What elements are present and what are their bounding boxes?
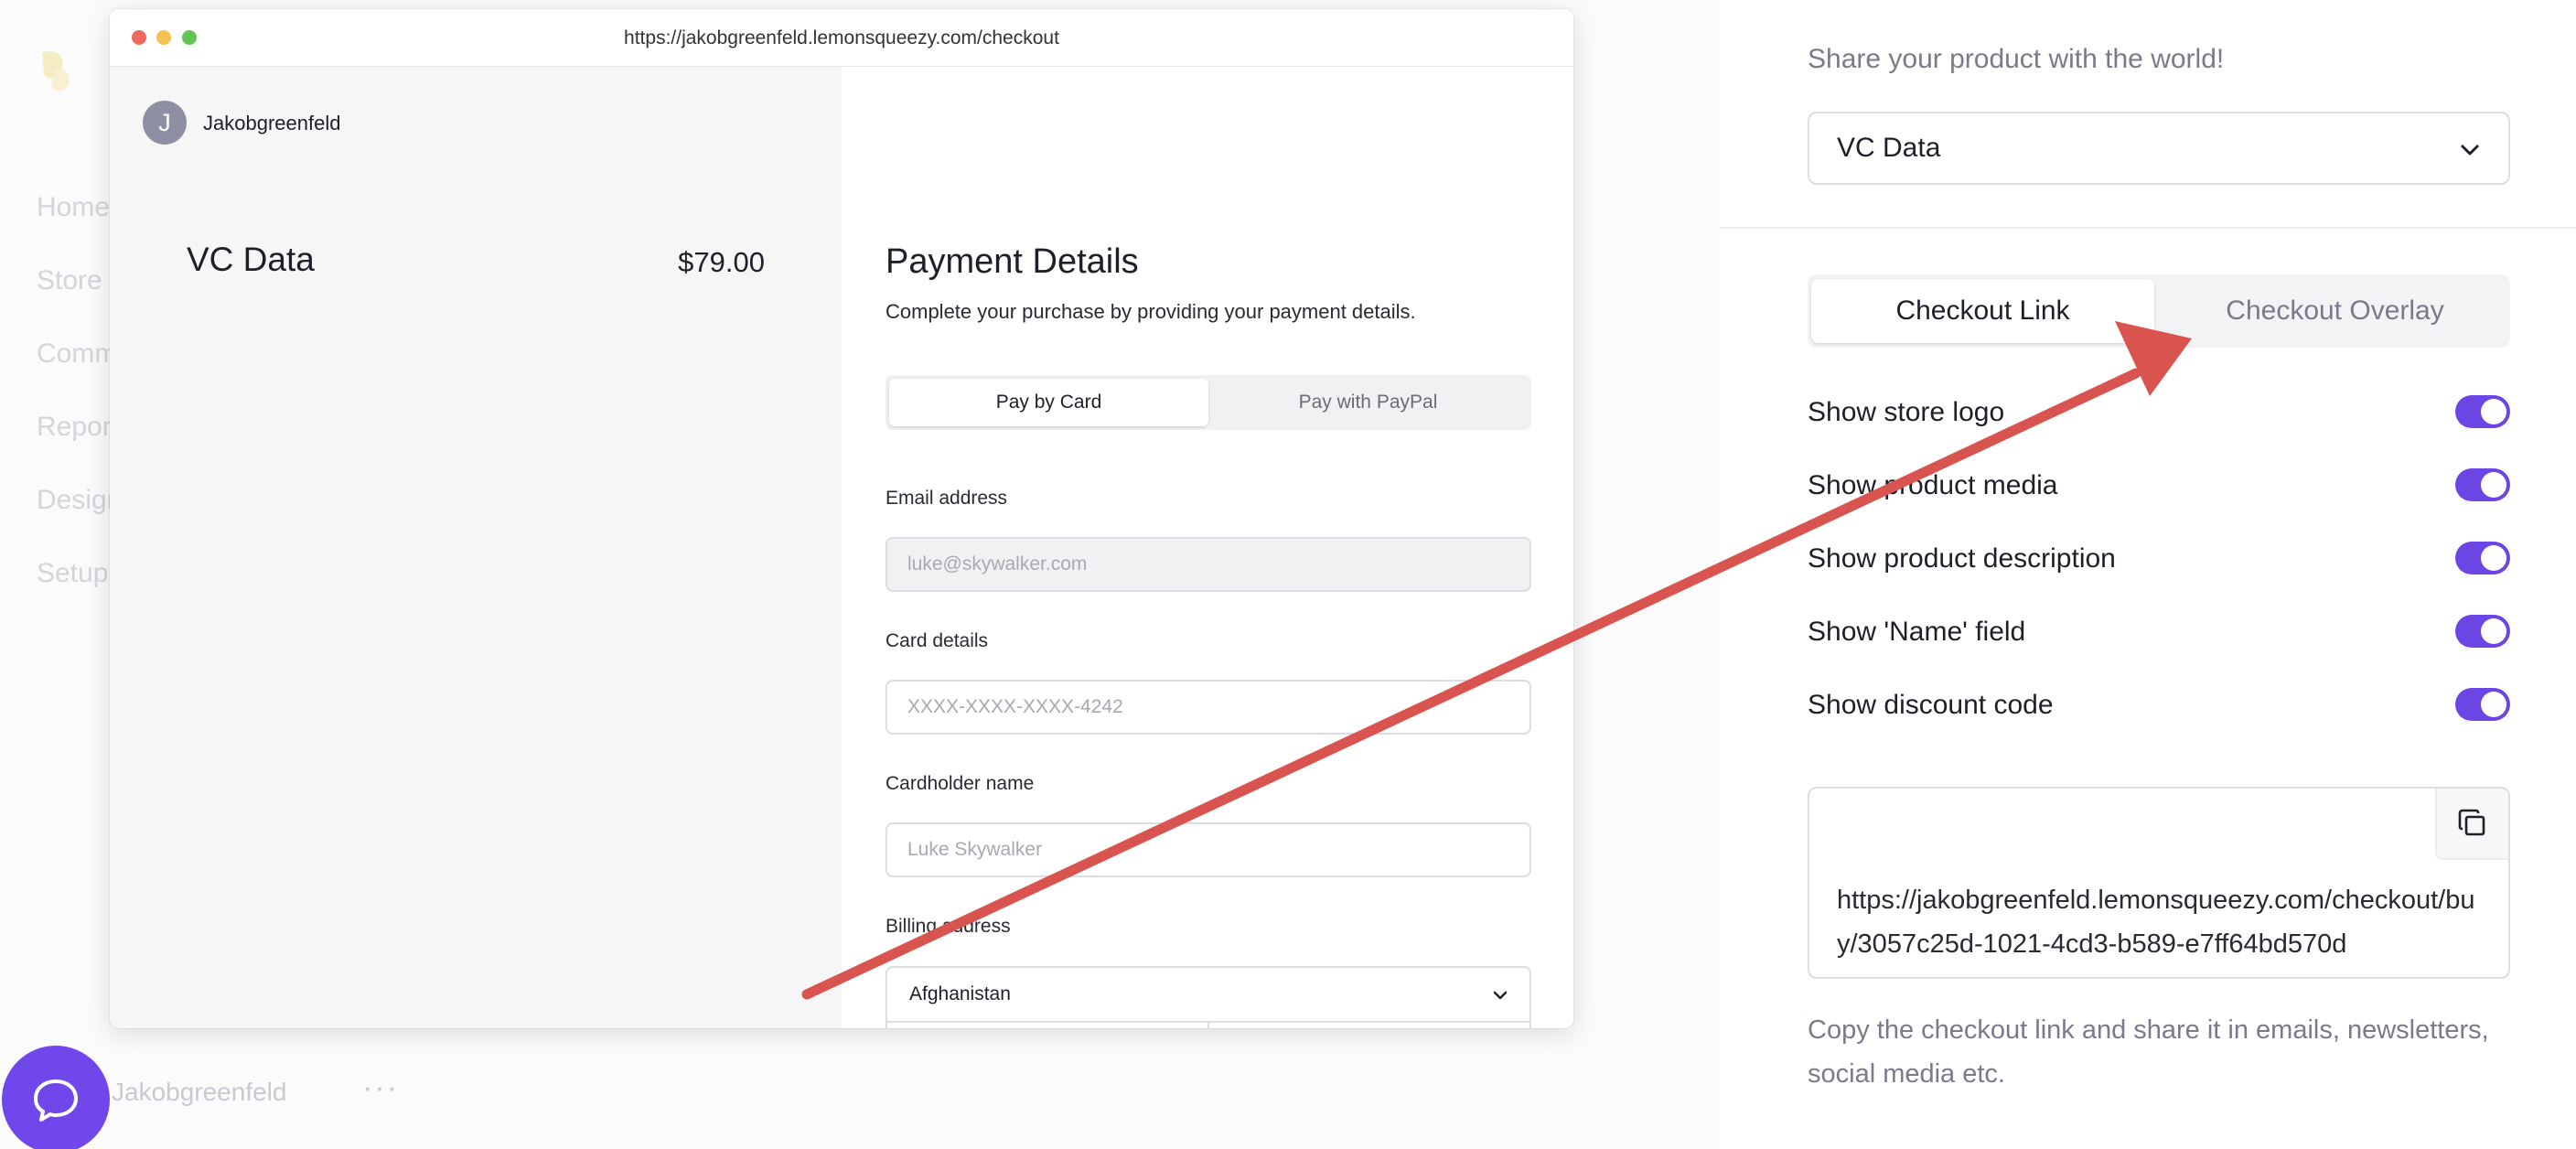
chevron-down-icon xyxy=(1493,991,1508,1000)
nav-item-home[interactable]: Home xyxy=(37,192,110,223)
checkout-link-help: Copy the checkout link and share it in e… xyxy=(1808,1015,2489,1089)
product-select-value: VC Data xyxy=(1837,133,1941,163)
option-label: Show product description xyxy=(1808,543,2116,574)
nav-item-community[interactable]: Comm xyxy=(37,338,117,370)
nav-item-reports[interactable]: Repor xyxy=(37,412,112,443)
account-more-button[interactable]: ··· xyxy=(362,1070,399,1106)
option-label: Show store logo xyxy=(1808,397,2005,427)
nav-item-store[interactable]: Store xyxy=(37,265,102,296)
browser-url: https://jakobgreenfeld.lemonsqueezy.com/… xyxy=(624,27,1059,48)
lemon-logo-icon xyxy=(42,50,70,91)
cardholder-label: Cardholder name xyxy=(886,773,1035,794)
section-divider xyxy=(1720,227,2576,229)
show-name-field-toggle[interactable] xyxy=(2455,615,2510,648)
chevron-down-icon xyxy=(2461,145,2479,156)
option-row: Show discount code xyxy=(1808,682,2510,728)
product-name: VC Data xyxy=(187,241,315,278)
option-row: Show product description xyxy=(1808,536,2510,582)
toggle-knob xyxy=(2481,545,2506,571)
show-product-media-toggle[interactable] xyxy=(2455,468,2510,501)
toggle-knob xyxy=(2481,618,2506,644)
payment-title: Payment Details xyxy=(886,242,1139,281)
show-discount-code-toggle[interactable] xyxy=(2455,688,2510,721)
checkout-link-text[interactable]: https://jakobgreenfeld.lemonsqueezy.com/… xyxy=(1837,878,2477,966)
chat-icon xyxy=(34,1079,78,1122)
billing-address-group: Afghanistan xyxy=(886,966,1531,1028)
option-label: Show discount code xyxy=(1808,690,2054,720)
payment-method-tabs: Pay by Card Pay with PayPal xyxy=(886,375,1531,430)
payment-pane: Payment Details Complete your purchase b… xyxy=(842,67,1573,1028)
share-settings-panel: Share your product with the world! VC Da… xyxy=(1720,0,2576,1149)
show-product-description-toggle[interactable] xyxy=(2455,542,2510,574)
card-number-field[interactable] xyxy=(886,680,1531,735)
checkout-link-box: https://jakobgreenfeld.lemonsqueezy.com/… xyxy=(1808,787,2510,979)
account-name[interactable]: Jakobgreenfeld xyxy=(112,1078,286,1107)
country-select[interactable]: Afghanistan xyxy=(887,968,1530,1023)
product-price: $79.00 xyxy=(678,246,765,278)
email-field[interactable] xyxy=(886,537,1531,592)
chat-button[interactable] xyxy=(2,1046,110,1149)
browser-titlebar: https://jakobgreenfeld.lemonsqueezy.com/… xyxy=(110,9,1573,67)
option-label: Show product media xyxy=(1808,470,2058,500)
toggle-knob xyxy=(2481,692,2506,717)
toggle-knob xyxy=(2481,399,2506,424)
email-label: Email address xyxy=(886,488,1008,509)
toggle-knob xyxy=(2481,472,2506,498)
nav-item-setup[interactable]: Setup xyxy=(37,558,108,589)
copy-link-button[interactable] xyxy=(2435,789,2508,860)
tab-checkout-link[interactable]: Checkout Link xyxy=(1811,279,2154,343)
show-store-logo-toggle[interactable] xyxy=(2455,395,2510,428)
tab-checkout-overlay[interactable]: Checkout Overlay xyxy=(2163,279,2506,343)
cardholder-field[interactable] xyxy=(886,822,1531,877)
country-value: Afghanistan xyxy=(909,983,1011,1004)
store-name: Jakobgreenfeld xyxy=(203,112,341,134)
option-row: Show store logo xyxy=(1808,390,2510,435)
field-divider xyxy=(1208,1023,1209,1028)
option-row: Show 'Name' field xyxy=(1808,609,2510,655)
payment-subtitle: Complete your purchase by providing your… xyxy=(886,300,1416,323)
copy-icon xyxy=(2458,809,2485,836)
tab-pay-by-card[interactable]: Pay by Card xyxy=(889,379,1208,426)
option-row: Show product media xyxy=(1808,463,2510,509)
store-avatar: J xyxy=(143,101,187,145)
checkout-preview-window: https://jakobgreenfeld.lemonsqueezy.com/… xyxy=(110,9,1573,1028)
product-select[interactable]: VC Data xyxy=(1808,112,2510,185)
card-details-label: Card details xyxy=(886,630,989,651)
order-summary-pane: J Jakobgreenfeld VC Data $79.00 xyxy=(110,67,842,1028)
checkout-type-tabs: Checkout Link Checkout Overlay xyxy=(1808,274,2510,348)
option-label: Show 'Name' field xyxy=(1808,617,2026,647)
share-heading: Share your product with the world! xyxy=(1808,44,2225,74)
billing-address-label: Billing address xyxy=(886,916,1011,937)
tab-pay-with-paypal[interactable]: Pay with PayPal xyxy=(1208,379,1528,426)
